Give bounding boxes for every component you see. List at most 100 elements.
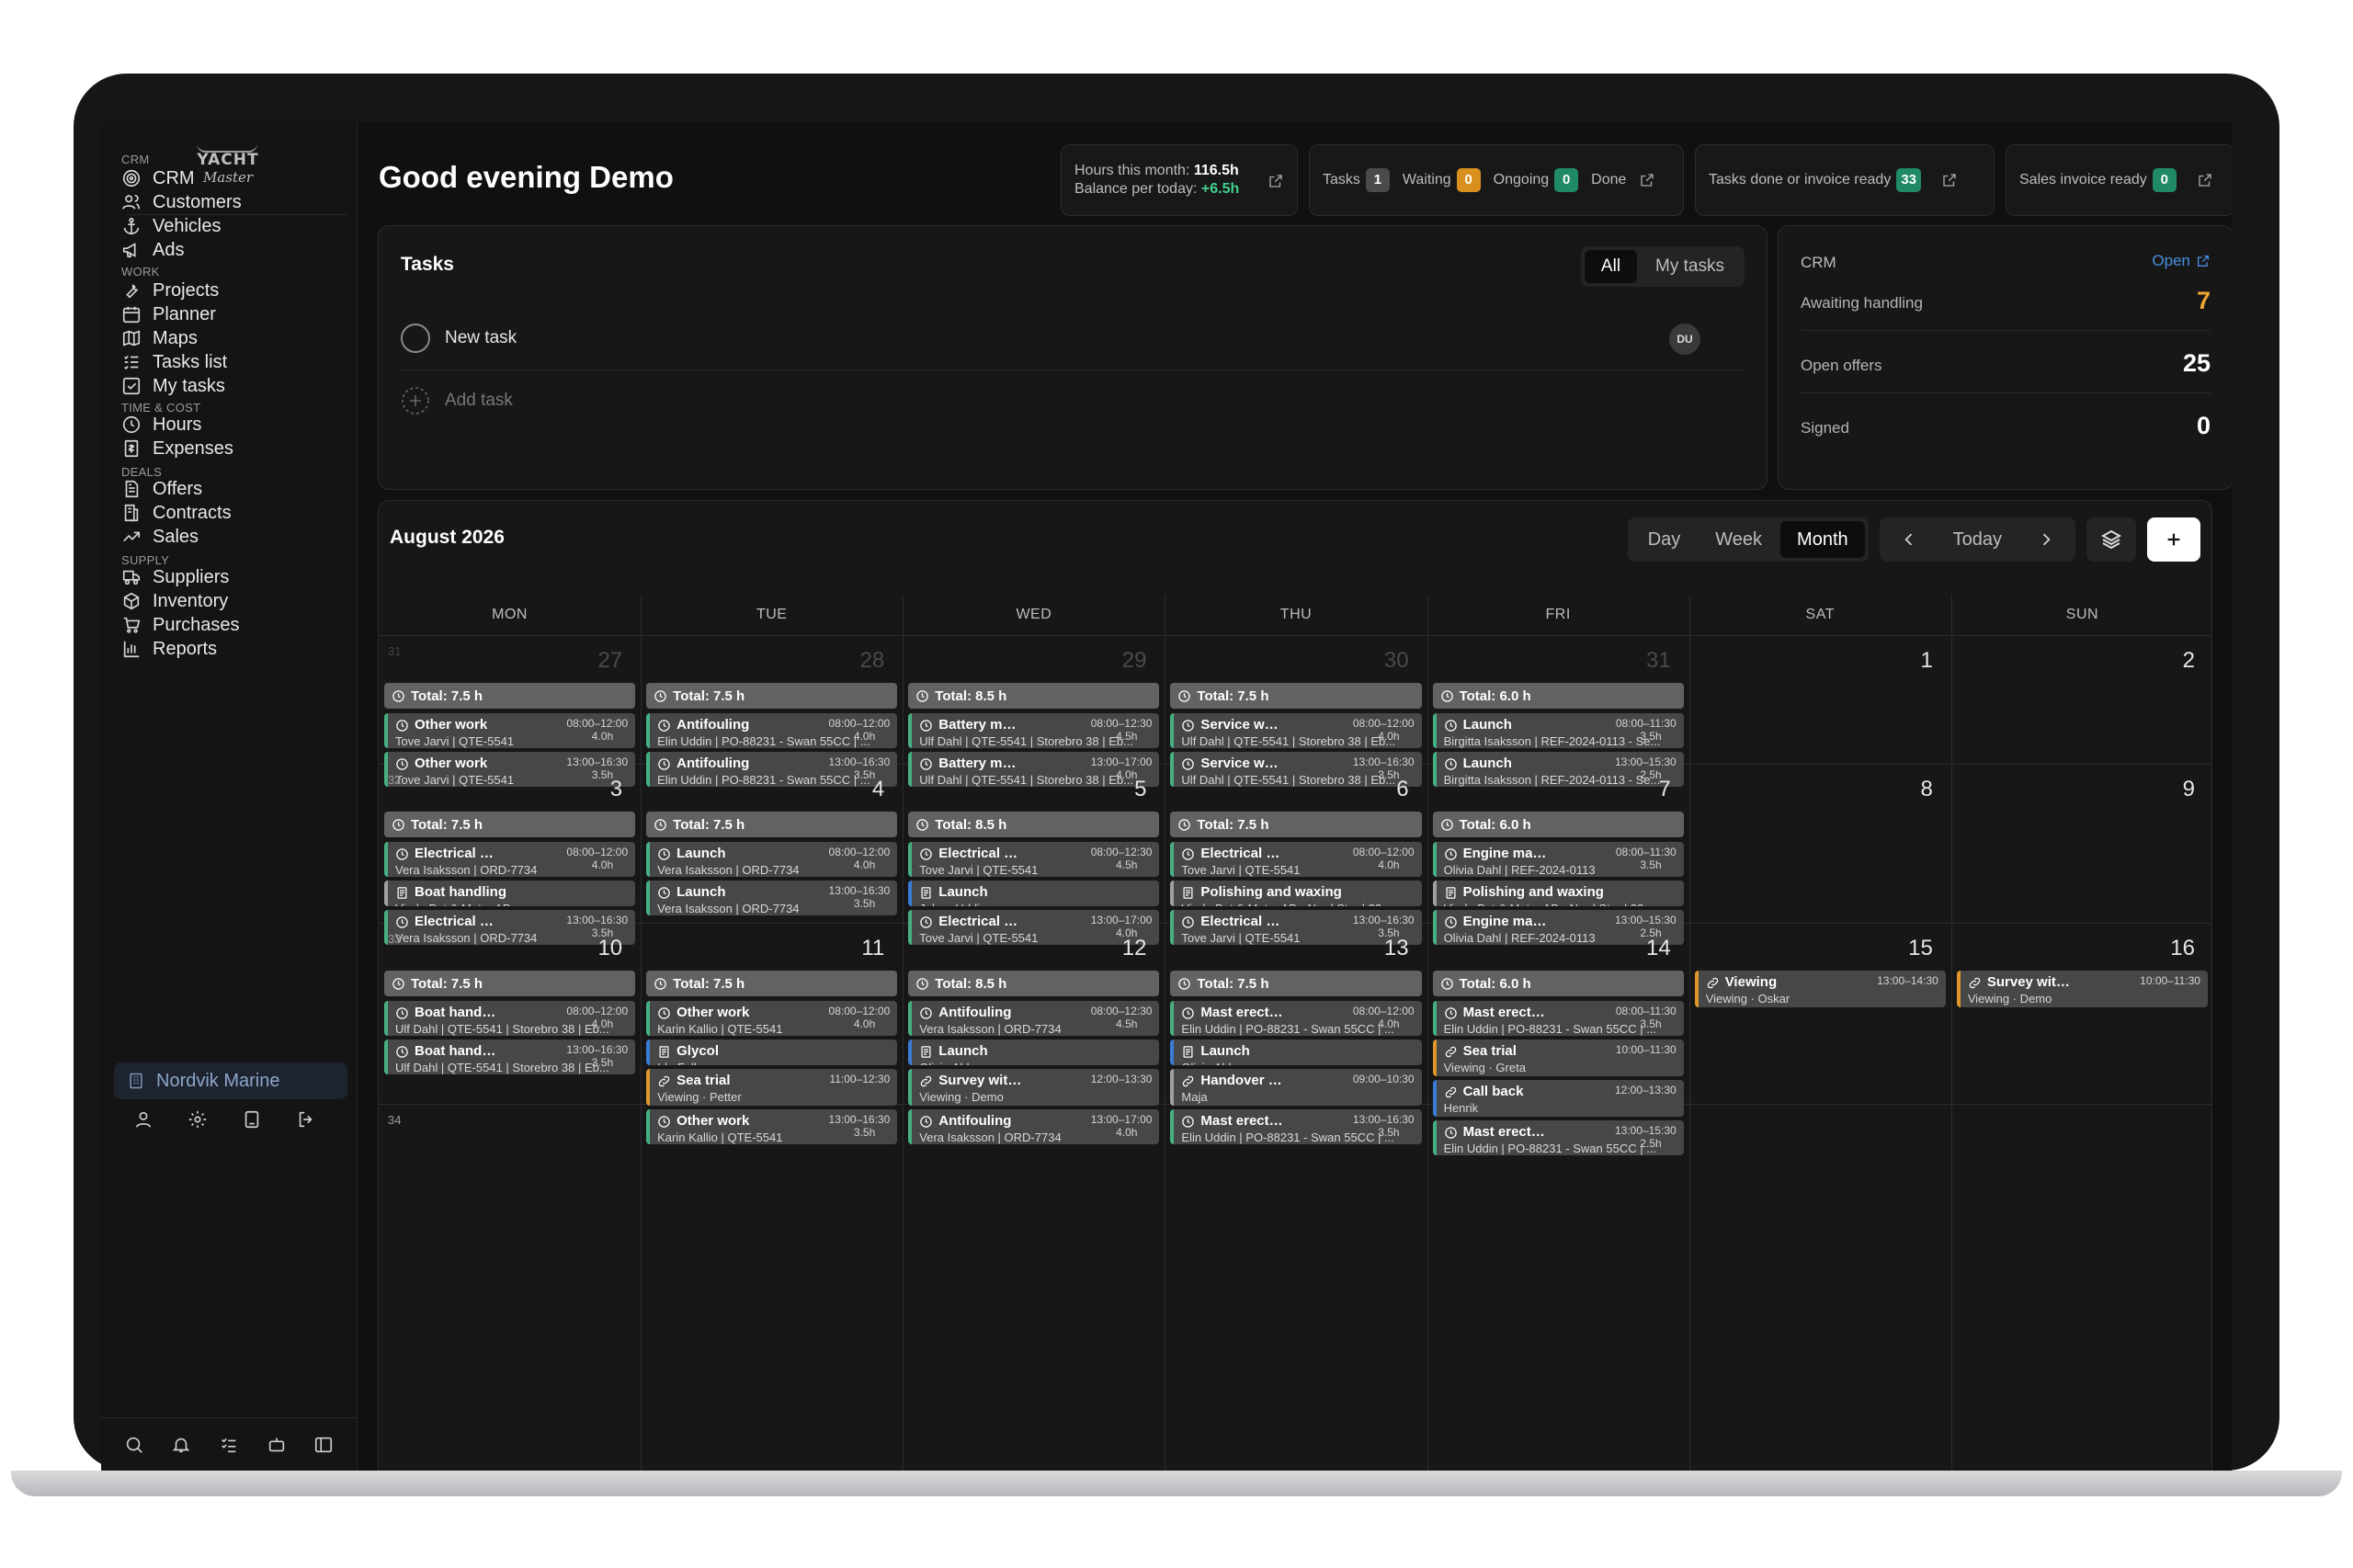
sidebar-item-my-tasks[interactable]: My tasks — [119, 369, 349, 403]
calendar-event[interactable]: Engine maintenance08:00–11:303.5hOlivia … — [1432, 842, 1684, 877]
calendar-event[interactable]: Launch Olivia Ahlgren — [1170, 1040, 1422, 1065]
external-link-icon[interactable] — [1639, 172, 1655, 188]
view-day-button[interactable]: Day — [1631, 521, 1698, 558]
task-checkbox[interactable] — [401, 324, 430, 353]
day-cell[interactable]: 31 Total: 6.0 h Launch 08:00–11:30 3.5h Birgi… — [1427, 635, 1689, 787]
robot-icon[interactable] — [263, 1431, 290, 1459]
task-status-summary[interactable]: Tasks 1 Waiting 0 Ongoing 0 Done — [1309, 144, 1684, 216]
sidebar-item-ads[interactable]: Ads — [119, 233, 349, 267]
calendar-event[interactable]: Sea trial 10:00–11:30 Viewing · GretaAnder… — [1432, 1040, 1684, 1076]
add-event-button[interactable] — [2147, 517, 2200, 562]
external-link-icon[interactable] — [2197, 172, 2213, 188]
tablet-icon[interactable] — [238, 1106, 266, 1133]
sidebar-item-reports[interactable]: Reports — [119, 632, 349, 665]
search-icon[interactable] — [120, 1431, 148, 1459]
day-cell[interactable]: 15 Viewing 13:00–14:30 Viewing · OskarJohan… — [1689, 923, 1951, 1104]
calendar-event[interactable]: Boat handling 13:00–16:30 3.5h Ulf Dahl | Q… — [384, 1040, 636, 1074]
sidebar-item-expenses[interactable]: Expenses — [119, 432, 349, 465]
day-cell[interactable]: 30 Total: 7.5 h Service work 08:00–12:00 4.0… — [1165, 635, 1427, 787]
prev-button[interactable] — [1883, 521, 1935, 558]
day-cell[interactable]: 27 Total: 7.5 h Other work 08:00–12:00 4.0h T… — [379, 635, 641, 787]
day-cell[interactable]: 5 Total: 8.5 h Electrical work 08:00–12:304… — [903, 764, 1165, 945]
day-cell[interactable]: 11 Total: 7.5 h Other work 08:00–12:00 4.0h K… — [641, 923, 903, 1144]
calendar-event[interactable]: Battery maintenan...08:00–12:304.5hUlf D… — [908, 713, 1160, 748]
calendar-event[interactable]: Electrical work08:00–12:004.0hTove Jarvi… — [1170, 842, 1422, 877]
calendar-event[interactable]: Mast erection 08:00–12:00 4.0h Elin Uddin |… — [1170, 1001, 1422, 1036]
calendar-event[interactable]: Launch Olivia Ahlgren — [908, 1040, 1160, 1065]
day-cell[interactable]: 28 Total: 7.5 h Antifouling 08:00–12:00 4.0h… — [641, 635, 903, 787]
calendar-event[interactable]: Survey with the bu... 12:00–13:30 Viewing … — [908, 1069, 1160, 1106]
calendar-event[interactable]: Polishing and waxing Vindo Bat & Motor AB… — [1432, 881, 1684, 906]
day-cell[interactable]: 1 — [1689, 635, 1951, 764]
calendar-event[interactable]: Call back 12:00–13:30 HenrikTove Hedman · … — [1432, 1080, 1684, 1117]
day-cell[interactable]: 12 Total: 8.5 h Antifouling 08:00–12:30 4.5h… — [903, 923, 1165, 1144]
day-cell[interactable]: 29 Total: 8.5 h Battery maintenan... 08:00–… — [903, 635, 1165, 787]
calendar-event[interactable]: Boat handling Vindo Bat & Motor AB — [384, 881, 636, 906]
day-cell[interactable]: 4 Total: 7.5 h Launch 08:00–12:00 4.0h Vera I… — [641, 764, 903, 923]
calendar-event[interactable]: Antifouling 08:00–12:30 4.5h Vera Isaksson … — [908, 1001, 1160, 1036]
calendar-event[interactable]: Other work 13:00–16:30 3.5h Karin Kallio | … — [646, 1109, 898, 1144]
invoice-ready-summary[interactable]: Tasks done or invoice ready 33 — [1695, 144, 1995, 216]
clock-icon — [919, 719, 933, 733]
day-cell[interactable]: 13 Total: 7.5 h Mast erection 08:00–12:00 4.… — [1165, 923, 1427, 1144]
calendar-event[interactable]: Polishing and waxing Vindo Bat & Motor AB… — [1170, 881, 1422, 906]
calendar-event[interactable]: Mast erection 13:00–16:30 3.5h Elin Uddin |… — [1170, 1109, 1422, 1144]
sales-invoice-summary[interactable]: Sales invoice ready 0 — [2006, 144, 2232, 216]
day-cell[interactable]: 7 Total: 6.0 h Engine maintenance 08:00–11:… — [1427, 764, 1689, 945]
day-cell[interactable]: 3 Total: 7.5 h Electrical work 08:00–12:004… — [379, 764, 641, 945]
calendar-event[interactable]: Electrical work08:00–12:304.5hTove Jarvi… — [908, 842, 1160, 877]
calendar-event[interactable]: Boat handling 08:00–12:00 4.0h Ulf Dahl | Q… — [384, 1001, 636, 1036]
calendar-event[interactable]: Launch 08:00–11:30 3.5h Birgitta Isaksson |… — [1432, 713, 1684, 748]
calendar-event[interactable]: Launch 08:00–12:00 4.0h Vera Isaksson | ORD… — [646, 842, 898, 877]
filter-all-button[interactable]: All — [1584, 250, 1638, 283]
calendar-event[interactable]: Glycol Ida Falk — [646, 1040, 898, 1065]
org-switcher[interactable]: Nordvik Marine — [114, 1062, 347, 1099]
view-week-button[interactable]: Week — [1699, 521, 1779, 558]
calendar-event[interactable]: Launch 13:00–16:30 3.5h Vera Isaksson | ORD… — [646, 881, 898, 915]
crm-stat-row[interactable]: Awaiting handling 7 — [1801, 270, 2211, 331]
calendar-event[interactable]: Antifouling 13:00–17:00 4.0h Vera Isaksson … — [908, 1109, 1160, 1144]
calendar-event[interactable]: Mast erection 13:00–15:30 2.5h Elin Uddin |… — [1432, 1120, 1684, 1155]
calendar-event[interactable]: Launch Johan Uddin — [908, 881, 1160, 906]
day-cell[interactable]: 2 — [1951, 635, 2211, 764]
crm-stat-row[interactable]: Open offers 25 — [1801, 333, 2211, 393]
clock-icon — [1444, 847, 1458, 861]
day-cell[interactable]: 9 — [1951, 764, 2211, 923]
calendar-event[interactable]: Electrical work08:00–12:004.0hVera Isaks… — [384, 842, 636, 877]
next-button[interactable] — [2020, 521, 2072, 558]
task-item[interactable]: New task — [401, 324, 517, 353]
calendar-event[interactable]: Handover walkthr... 09:00–10:30 MajaCasper… — [1170, 1069, 1422, 1106]
filter-my-tasks-button[interactable]: My tasks — [1639, 250, 1741, 283]
collapse-sidebar-icon[interactable] — [310, 1431, 337, 1459]
bell-icon[interactable] — [167, 1431, 195, 1459]
checklist-icon[interactable] — [215, 1431, 243, 1459]
calendar-event[interactable]: Service work 08:00–12:00 4.0h Ulf Dahl | QT… — [1170, 713, 1422, 748]
settings-icon[interactable] — [184, 1106, 211, 1133]
sidebar-item-sales[interactable]: Sales — [119, 520, 349, 553]
calendar-event[interactable]: Viewing 13:00–14:30 Viewing · OskarJohan W… — [1694, 971, 1946, 1007]
calendar-event[interactable]: Other work 08:00–12:00 4.0h Tove Jarvi | QT… — [384, 713, 636, 748]
add-task-button[interactable]: Add task — [401, 386, 513, 415]
day-total: Total: 7.5 h — [1170, 683, 1422, 709]
hours-summary[interactable]: Hours this month: 116.5h Balance per tod… — [1061, 144, 1298, 216]
crm-stat-row[interactable]: Signed 0 — [1801, 395, 2211, 456]
day-cell[interactable]: 6 Total: 7.5 h Electrical work 08:00–12:004… — [1165, 764, 1427, 945]
day-cell[interactable]: 8 — [1689, 764, 1951, 923]
external-link-icon[interactable] — [1267, 173, 1284, 189]
calendar-event[interactable]: Mast erection 08:00–11:30 3.5h Elin Uddin |… — [1432, 1001, 1684, 1036]
day-cell[interactable]: 14 Total: 6.0 h Mast erection 08:00–11:30 3.… — [1427, 923, 1689, 1155]
calendar-event[interactable]: Other work 08:00–12:00 4.0h Karin Kallio | … — [646, 1001, 898, 1036]
calendar-event[interactable]: Antifouling 08:00–12:00 4.0h Elin Uddin | P… — [646, 713, 898, 748]
external-link-icon[interactable] — [1941, 172, 1958, 188]
today-button[interactable]: Today — [1937, 521, 2018, 558]
calendar-event[interactable]: Survey with the bu... 10:00–11:30 Viewing … — [1956, 971, 2208, 1007]
profile-icon[interactable] — [130, 1106, 157, 1133]
day-cell[interactable]: 16 Survey with the bu... 10:00–11:30 Viewin… — [1951, 923, 2211, 1104]
layers-button[interactable] — [2086, 517, 2136, 562]
hours-label: Hours this month: — [1074, 163, 1190, 178]
view-month-button[interactable]: Month — [1780, 521, 1865, 558]
calendar-event[interactable]: Sea trial 11:00–12:30 Viewing · PetterSimo… — [646, 1069, 898, 1106]
logout-icon[interactable] — [292, 1106, 320, 1133]
crm-open-link[interactable]: Open — [2152, 252, 2211, 270]
day-cell[interactable]: 10 Total: 7.5 h Boat handling 08:00–12:00 4.… — [379, 923, 641, 1104]
